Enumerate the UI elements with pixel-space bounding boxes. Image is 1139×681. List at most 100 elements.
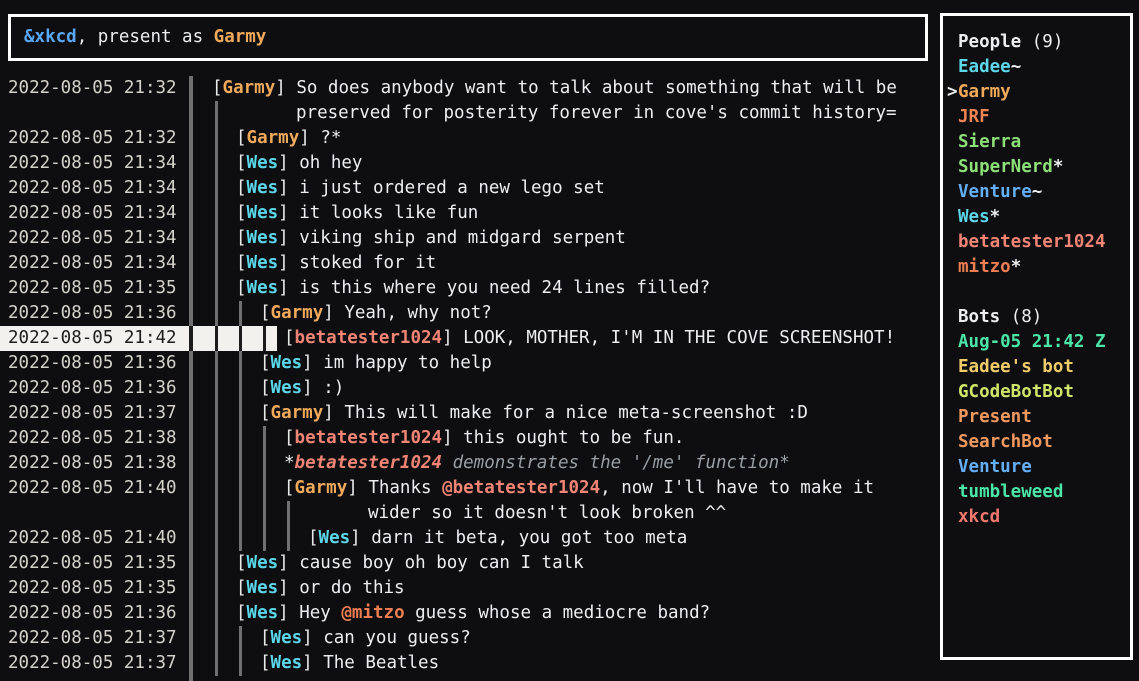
bracket-text: ]	[302, 628, 323, 648]
thread-indent-bar	[215, 651, 218, 676]
timestamp: 2022-08-05 21:32	[8, 126, 177, 151]
chat-row[interactable]: 2022-08-05 21:32[Garmy] ?*	[0, 126, 938, 151]
bracket-text: [	[236, 278, 247, 298]
thread-indent-bar	[215, 476, 218, 501]
message-text: LOOK, MOTHER, I'M IN THE COVE SCREENSHOT…	[463, 328, 895, 348]
message-body: [Garmy] So does anybody want to talk abo…	[193, 76, 897, 101]
nick: betatester1024	[295, 328, 443, 348]
mention: @betatester1024	[442, 478, 600, 498]
thread-indent-bar	[263, 526, 266, 551]
timestamp: 2022-08-05 21:37	[8, 626, 177, 651]
chat-row[interactable]: 2022-08-05 21:36[Wes] im happy to help	[0, 351, 938, 376]
user-name: SuperNerd	[958, 157, 1053, 177]
timestamp: 2022-08-05 21:34	[8, 176, 177, 201]
thread-indent-bar	[239, 376, 242, 401]
bracket-text: [	[284, 428, 295, 448]
chat-row[interactable]: 2022-08-05 21:40[Wes] darn it beta, you …	[0, 526, 938, 551]
nick: Garmy	[271, 303, 324, 323]
timestamp: 2022-08-05 21:32	[8, 76, 177, 101]
user-list-item[interactable]: Eadee~	[958, 55, 1130, 80]
user-list-item[interactable]: Aug-05 21:42 Z	[958, 330, 1130, 355]
user-list-item[interactable]: GCodeBotBot	[958, 380, 1130, 405]
mention: @mitzo	[341, 603, 404, 623]
bracket-text: [	[284, 478, 295, 498]
chat-row[interactable]: 2022-08-05 21:37[Garmy] This will make f…	[0, 401, 938, 426]
chat-row[interactable]: 2022-08-05 21:36[Wes] :)	[0, 376, 938, 401]
chat-row[interactable]: 2022-08-05 21:42[betatester1024] LOOK, M…	[0, 326, 938, 351]
chat-row[interactable]: 2022-08-05 21:34[Wes] stoked for it	[0, 251, 938, 276]
chat-row[interactable]: preserved for posterity forever in cove'…	[0, 101, 938, 126]
user-list-item[interactable]: Eadee's bot	[958, 355, 1130, 380]
nick: Wes	[247, 578, 279, 598]
timestamp: 2022-08-05 21:35	[8, 276, 177, 301]
timestamp: 2022-08-05 21:35	[8, 551, 177, 576]
thread-indent-bar	[215, 626, 218, 651]
chat-row[interactable]: 2022-08-05 21:35[Wes] is this where you …	[0, 276, 938, 301]
user-list-item[interactable]: Sierra	[958, 130, 1130, 155]
user-list-item[interactable]: Wes*	[958, 205, 1130, 230]
section-spacer	[958, 280, 1130, 305]
user-name: Eadee	[958, 57, 1011, 77]
chat-row[interactable]: 2022-08-05 21:40[Garmy] Thanks @betatest…	[0, 476, 938, 501]
chat-row[interactable]: 2022-08-05 21:32 [Garmy] So does anybody …	[0, 76, 938, 101]
bracket-text: [	[260, 403, 271, 423]
nick: Garmy	[247, 128, 300, 148]
user-list-item[interactable]: JRF	[958, 105, 1130, 130]
bracket-text: ]	[347, 478, 368, 498]
chat-row[interactable]: 2022-08-05 21:34 [Wes] i just ordered a n…	[0, 176, 938, 201]
message-continuation: preserved for posterity forever in cove'…	[193, 101, 897, 126]
user-list-item[interactable]: mitzo*	[958, 255, 1130, 280]
thread-indent-bar	[215, 201, 218, 226]
message-text: preserved for posterity forever in cove'…	[296, 103, 897, 123]
chat-row[interactable]: 2022-08-05 21:36[Wes] Hey @mitzo guess w…	[0, 601, 938, 626]
timestamp: 2022-08-05 21:36	[8, 301, 177, 326]
chat-row[interactable]: wider so it doesn't look broken ^^	[0, 501, 938, 526]
chat-row[interactable]: 2022-08-05 21:37 [Wes] can you guess?	[0, 626, 938, 651]
user-name: Present	[958, 407, 1032, 427]
user-name: Sierra	[958, 132, 1021, 152]
chat-row[interactable]: 2022-08-05 21:35[Wes] cause boy oh boy c…	[0, 551, 938, 576]
message-text: guess whose a mediocre band?	[405, 603, 711, 623]
chat-row[interactable]: 2022-08-05 21:36[Garmy] Yeah, why not?	[0, 301, 938, 326]
chat-row[interactable]: 2022-08-05 21:38[betatester1024] this ou…	[0, 426, 938, 451]
thread-indent-bar	[215, 451, 218, 476]
user-list-item[interactable]: >Garmy	[958, 80, 1130, 105]
user-status-suffix: *	[1011, 257, 1022, 277]
user-list-item[interactable]: Venture~	[958, 180, 1130, 205]
nick: Wes	[271, 353, 303, 373]
nick: Wes	[271, 378, 303, 398]
bracket-text: [	[260, 653, 271, 673]
chat-row[interactable]: 2022-08-05 21:35[Wes] or do this	[0, 576, 938, 601]
user-list-item[interactable]: betatester1024	[958, 230, 1130, 255]
bracket-text: ]	[278, 578, 299, 598]
nick: Wes	[271, 653, 303, 673]
chat-row[interactable]: 2022-08-05 21:34[Wes] oh hey	[0, 151, 938, 176]
bracket-text: ]	[323, 303, 344, 323]
message-body: [Wes] i just ordered a new lego set	[193, 176, 605, 201]
user-list-item[interactable]: xkcd	[958, 505, 1130, 530]
user-list-item[interactable]: Present	[958, 405, 1130, 430]
chat-row[interactable]: 2022-08-05 21:34[Wes] viking ship and mi…	[0, 226, 938, 251]
chat-row[interactable]: 2022-08-05 21:38*betatester1024 demonstr…	[0, 451, 938, 476]
user-list-item[interactable]: SuperNerd*	[958, 155, 1130, 180]
user-list-item[interactable]: SearchBot	[958, 430, 1130, 455]
message-body: [betatester1024] LOOK, MOTHER, I'M IN TH…	[193, 326, 895, 351]
message-body: [Wes] can you guess?	[193, 626, 471, 651]
chat-row[interactable]: 2022-08-05 21:37[Wes] The Beatles	[0, 651, 938, 676]
user-list-item[interactable]: tumbleweed	[958, 480, 1130, 505]
thread-indent-bar	[215, 226, 218, 251]
bracket-text: [	[212, 78, 223, 98]
chat-row[interactable]: 2022-08-05 21:34[Wes] it looks like fun	[0, 201, 938, 226]
message-text: or do this	[299, 578, 404, 598]
message-body: [Garmy] Thanks @betatester1024, now I'll…	[193, 476, 874, 501]
thread-indent-bar	[215, 251, 218, 276]
message-text: it looks like fun	[299, 203, 478, 223]
timestamp: 2022-08-05 21:36	[8, 601, 177, 626]
message-text: Yeah, why not?	[344, 303, 492, 323]
message-body: [Wes] :)	[193, 376, 344, 401]
user-name: Aug-05 21:42 Z	[958, 332, 1106, 352]
user-list-item[interactable]: Venture	[958, 455, 1130, 480]
message-text: ?*	[320, 128, 341, 148]
nick: Wes	[247, 603, 279, 623]
thread-indent-bar	[239, 626, 242, 651]
